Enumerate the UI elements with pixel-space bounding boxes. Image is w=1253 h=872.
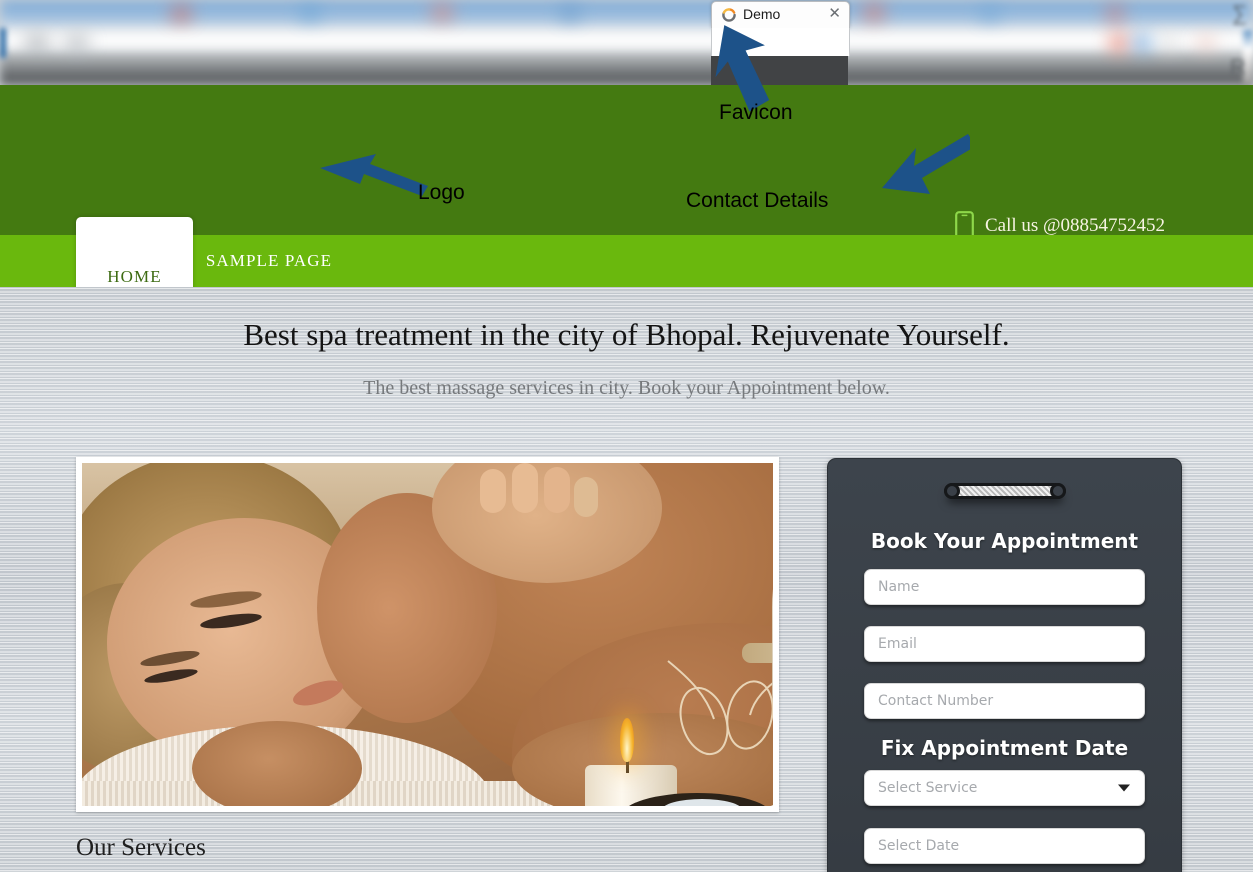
browser-chrome: ∑ R	[0, 0, 1253, 85]
nav-item-sample-page[interactable]: SAMPLE PAGE	[193, 235, 345, 287]
hero-headline: Best spa treatment in the city of Bhopal…	[243, 317, 1010, 352]
blurred-menu-glyph[interactable]: ∑	[1232, 2, 1247, 26]
blurred-tab-favicon	[300, 6, 320, 21]
blurred-tab-favicon	[862, 4, 886, 21]
appointment-panel-title: Book Your Appointment	[870, 529, 1139, 553]
blurred-tab-favicon	[1105, 6, 1125, 21]
blurred-tab-favicon	[560, 6, 580, 21]
chrome-toolbar-blur	[0, 53, 1253, 85]
blurred-favorites-icon[interactable]	[64, 34, 90, 52]
name-field-placeholder: Name	[878, 579, 920, 595]
blurred-tab-favicon	[980, 6, 1000, 21]
main-navigation: HOME SAMPLE PAGE	[0, 217, 1253, 302]
spa-massage-photo	[82, 463, 773, 806]
chevron-down-icon	[1118, 784, 1130, 792]
blurred-tab-favicon	[430, 4, 454, 21]
appointment-panel: Book Your Appointment Name Email Contact…	[827, 458, 1182, 872]
fix-appointment-date-heading: Fix Appointment Date	[880, 736, 1129, 760]
email-field-placeholder: Email	[878, 636, 917, 652]
decor-swirl	[667, 660, 773, 756]
contact-number-field[interactable]: Contact Number	[864, 683, 1145, 719]
select-date-placeholder: Select Date	[878, 838, 960, 854]
annotation-label-contact-details: Contact Details	[686, 189, 829, 212]
name-field[interactable]: Name	[864, 569, 1145, 605]
select-service-dropdown[interactable]: Select Service	[864, 770, 1145, 806]
contact-number-field-placeholder: Contact Number	[878, 693, 994, 709]
email-field[interactable]: Email	[864, 626, 1145, 662]
nav-item-home-label: HOME	[107, 267, 162, 286]
blurred-toolbar-icon[interactable]	[1132, 34, 1152, 52]
blurred-toolbar-icon[interactable]	[1196, 36, 1216, 50]
annotation-label-favicon: Favicon	[719, 101, 793, 124]
blurred-toolbar-icon[interactable]	[1160, 36, 1178, 50]
nav-item-sample-page-label: SAMPLE PAGE	[205, 251, 333, 270]
annotation-label-logo: Logo	[418, 181, 465, 204]
chrome-left-edge	[0, 28, 6, 58]
select-date-field[interactable]: Select Date	[864, 828, 1145, 864]
browser-tab-demo[interactable]: Demo ✕	[711, 1, 850, 29]
hero-photo-frame	[76, 457, 779, 812]
tab-panel-foot	[711, 56, 848, 85]
blurred-favorites-icon[interactable]	[24, 34, 50, 52]
our-services-heading: Our Services	[76, 834, 206, 861]
tab-title: Demo	[743, 6, 781, 22]
site-header: MEDITATION GOOD HEALTH IS LIFE Call us @…	[0, 85, 1253, 304]
blurred-toolbar-icon[interactable]	[1108, 34, 1130, 52]
blurred-account-glyph[interactable]: R	[1230, 56, 1245, 80]
panel-handle-icon	[943, 483, 1066, 499]
tab-close-icon[interactable]: ✕	[828, 5, 841, 23]
blurred-tab-favicon	[170, 6, 192, 22]
loading-spinner-icon	[722, 8, 736, 22]
select-service-placeholder: Select Service	[878, 780, 978, 796]
contact-phone-text: Call us @08854752452	[985, 215, 1166, 236]
tab-panel-background	[711, 28, 850, 56]
hero-subheadline: The best massage services in city. Book …	[363, 377, 890, 399]
